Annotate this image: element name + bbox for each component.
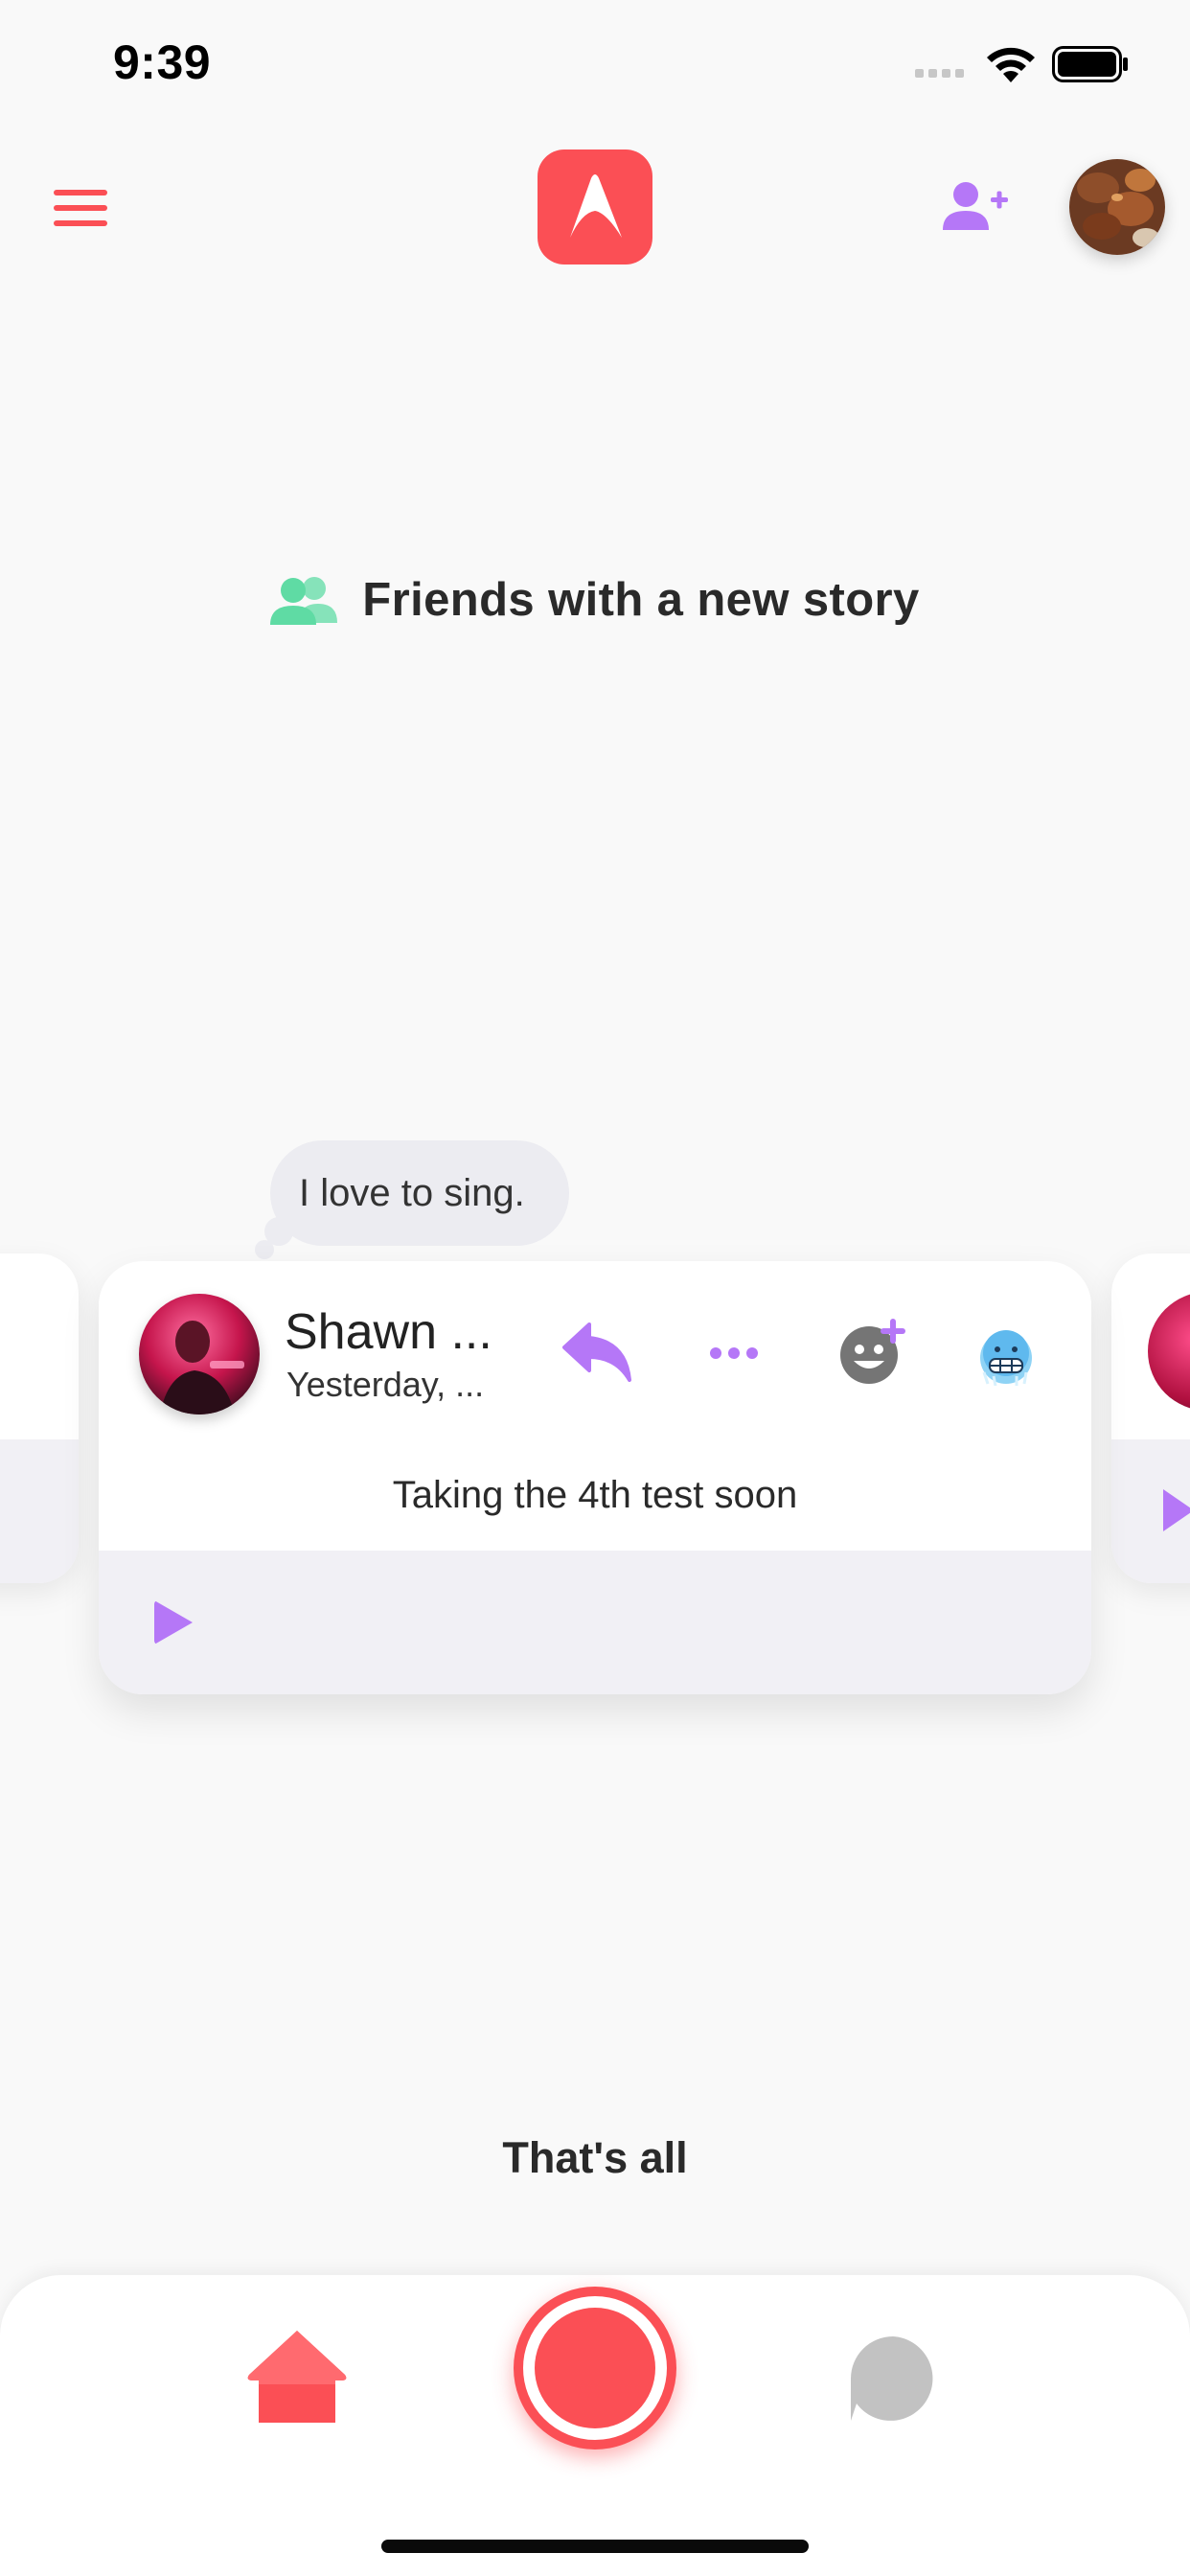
- status-time: 9:39: [113, 35, 212, 89]
- play-icon[interactable]: [154, 1600, 193, 1644]
- section-title: Friends with a new story: [362, 574, 920, 626]
- author-photo-icon: [139, 1294, 260, 1414]
- cellular-signal-icon: [915, 69, 964, 78]
- app-logo-icon: [570, 174, 622, 238]
- next-story-play-icon: [1163, 1489, 1190, 1531]
- story-author-name[interactable]: Shawn ...: [285, 1303, 492, 1361]
- story-author-avatar[interactable]: [139, 1294, 260, 1414]
- battery-icon: [1052, 46, 1128, 82]
- hamburger-menu-icon[interactable]: [54, 188, 107, 228]
- record-icon: [535, 2308, 655, 2428]
- home-indicator: [381, 2540, 809, 2553]
- more-icon[interactable]: [708, 1344, 760, 1363]
- friends-group-icon: [270, 577, 338, 625]
- record-button[interactable]: [514, 2287, 676, 2450]
- friends-section-heading: Friends with a new story: [0, 573, 1190, 627]
- previous-story-player: [0, 1439, 79, 1583]
- story-audio-player[interactable]: [99, 1551, 1091, 1694]
- profile-avatar[interactable]: [1069, 159, 1165, 255]
- reply-icon[interactable]: [562, 1322, 633, 1382]
- profile-photo-icon: [1069, 159, 1165, 255]
- add-person-icon[interactable]: [941, 180, 1010, 234]
- wifi-icon: [987, 47, 1035, 82]
- chat-bubble-icon[interactable]: [847, 2333, 939, 2423]
- previous-story-card[interactable]: [0, 1254, 79, 1583]
- story-text: Taking the 4th test soon: [392, 1474, 798, 1516]
- next-story-avatar: [1148, 1292, 1190, 1411]
- app-logo: [538, 150, 652, 264]
- grimacing-emoji-icon[interactable]: [978, 1330, 1034, 1386]
- end-of-list-text: That's all: [502, 2133, 688, 2182]
- add-reaction-icon[interactable]: [838, 1315, 909, 1386]
- story-card[interactable]: Shawn ... Yesterday, ... Taking the 4th …: [99, 1261, 1091, 1694]
- next-story-card[interactable]: [1111, 1254, 1190, 1583]
- story-timestamp: Yesterday, ...: [286, 1365, 485, 1404]
- status-thought-bubble[interactable]: I love to sing.: [270, 1140, 569, 1246]
- app-screen: 9:39 Friends with a new story I love to …: [0, 0, 1190, 2576]
- home-icon[interactable]: [243, 2327, 351, 2426]
